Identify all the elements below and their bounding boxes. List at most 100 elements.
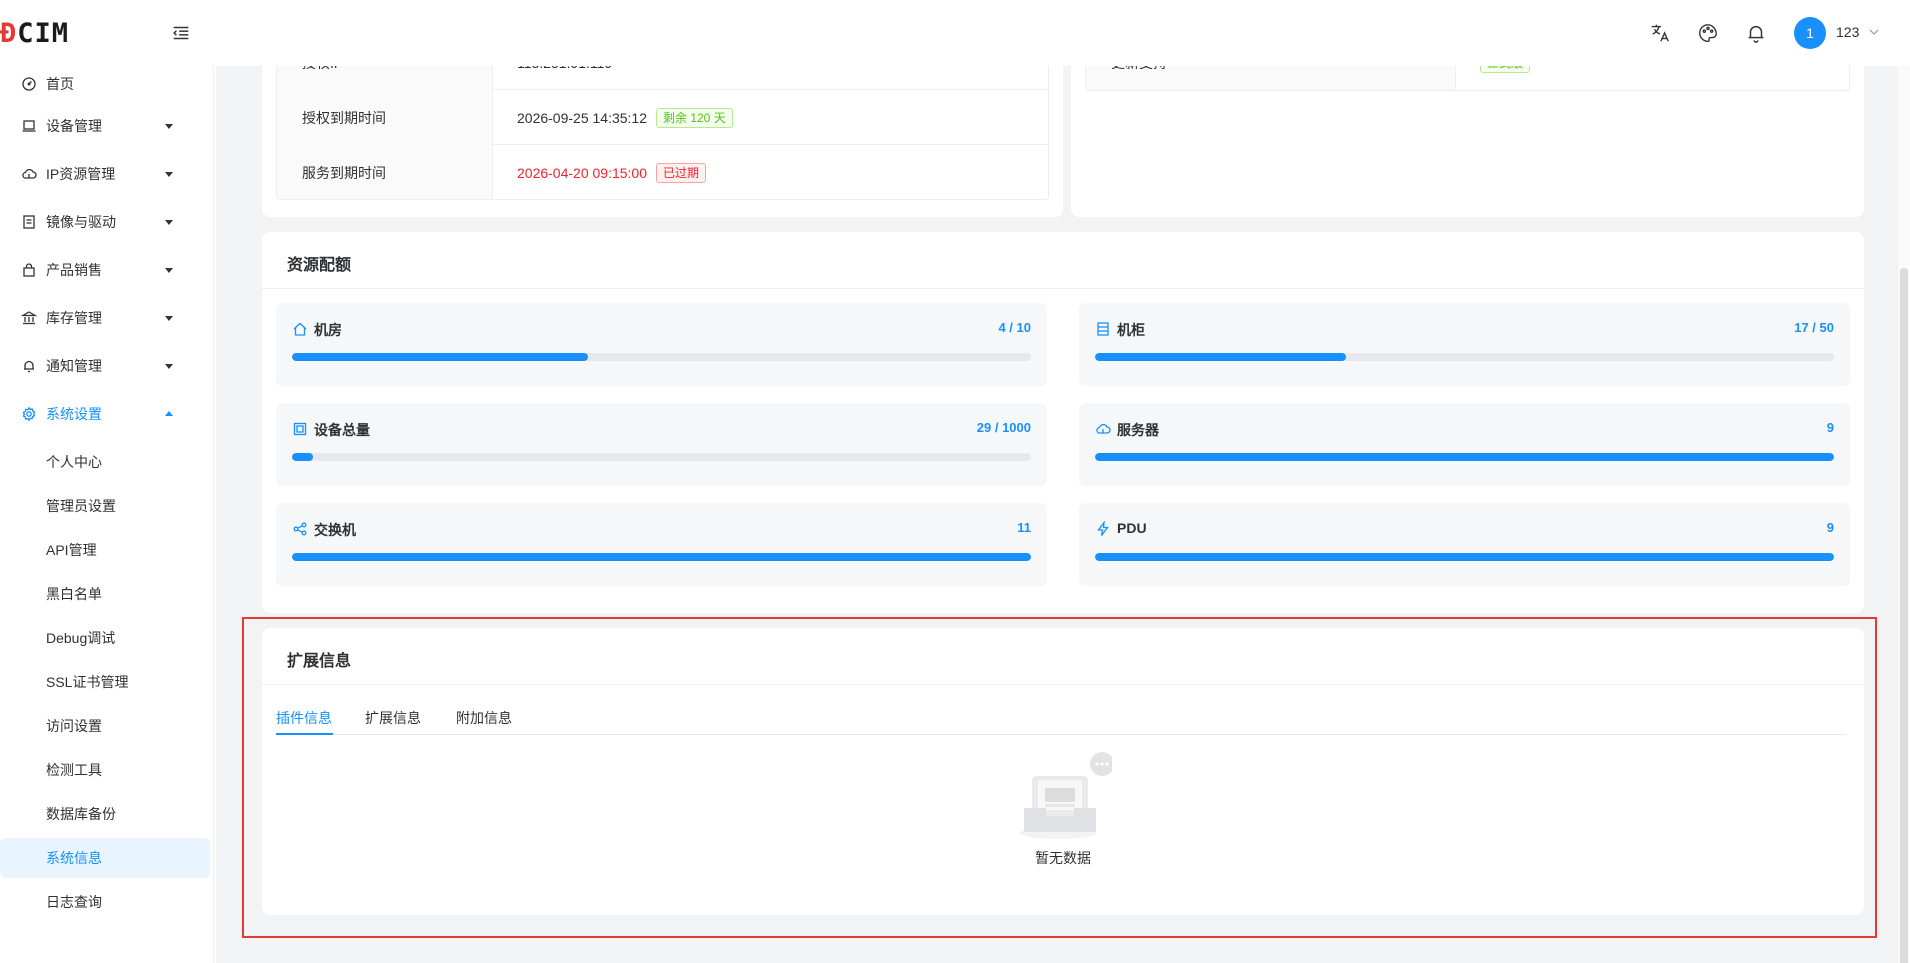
empty-state-text: 暂无数据 [1035, 850, 1091, 866]
sidebar-subitem-detection-tools[interactable]: 检测工具 [0, 750, 210, 790]
sidebar-subitem-label: Debug调试 [46, 630, 116, 646]
sidebar-item-ip-resources[interactable]: IP资源管理 [0, 154, 214, 194]
tab-plugin-info[interactable]: 插件信息 [276, 708, 332, 728]
home-icon [293, 322, 307, 336]
quota-total-devices: 设备总量 29 / 1000 [276, 403, 1047, 486]
license-row-expiry: 授权到期时间 2026-09-25 14:35:12 剩余 120 天 [277, 90, 1048, 145]
sidebar-item-label: 库存管理 [46, 310, 102, 326]
divider [262, 684, 1864, 685]
sidebar: 首页 设备管理 IP资源管理 镜像与驱动 产品销售 库存管理 通知管理 系统设置… [0, 58, 214, 963]
empty-inbox-icon [1020, 752, 1112, 839]
notification-bell-icon[interactable] [1745, 22, 1767, 44]
device-icon [293, 422, 307, 436]
image-file-icon [23, 215, 35, 229]
quota-name: 交换机 [314, 522, 356, 538]
extension-info-card: 扩展信息 插件信息 扩展信息 附加信息 暂无数据 [262, 628, 1864, 915]
cloud-server-icon [1096, 423, 1111, 434]
license-key-service-expiry: 服务到期时间 [277, 145, 493, 199]
resource-quota-card: 资源配额 机房 4 / 10 机柜 17 / 50 设备总量 29 / 1000… [262, 232, 1864, 613]
caret-down-icon [165, 172, 173, 177]
user-avatar[interactable]: 1 [1794, 17, 1826, 49]
quota-progress-fill [292, 553, 1031, 561]
sidebar-item-inventory[interactable]: 库存管理 [0, 298, 214, 338]
app-logo[interactable]: Đ CIM [0, 17, 70, 49]
sidebar-item-notifications[interactable]: 通知管理 [0, 346, 214, 386]
sidebar-item-images-drivers[interactable]: 镜像与驱动 [0, 202, 214, 242]
sidebar-item-label: 设备管理 [46, 118, 102, 134]
bank-icon [21, 311, 37, 325]
quota-value: 17 / 50 [1794, 320, 1834, 335]
license-expiry-value: 2026-09-25 14:35:12 [517, 109, 647, 126]
cloud-icon [22, 168, 37, 179]
sidebar-subitem-allow-deny-list[interactable]: 黑白名单 [0, 574, 210, 614]
share-nodes-icon [293, 522, 307, 536]
quota-value: 4 / 10 [998, 320, 1031, 335]
quota-value: 29 / 1000 [976, 420, 1031, 435]
quota-progress-track [1095, 353, 1834, 361]
tabs-baseline [276, 734, 1846, 735]
license-key-expiry: 授权到期时间 [277, 90, 493, 145]
quota-cabinet: 机柜 17 / 50 [1079, 303, 1850, 386]
sidebar-subitem-access-settings[interactable]: 访问设置 [0, 706, 210, 746]
sidebar-subitem-system-info[interactable]: 系统信息 [0, 838, 210, 878]
quota-progress-fill [292, 353, 588, 361]
sidebar-subitem-profile[interactable]: 个人中心 [0, 442, 210, 482]
divider [262, 288, 1864, 289]
quota-progress-track [1095, 453, 1834, 461]
resource-quota-title: 资源配额 [287, 257, 352, 274]
sidebar-item-system-settings[interactable]: 系统设置 [0, 394, 214, 434]
quota-progress-track [292, 553, 1031, 561]
sidebar-subitem-label: 系统信息 [46, 850, 102, 866]
logo-brand-mark: Đ [0, 17, 18, 49]
sidebar-subitem-log-query[interactable]: 日志查询 [0, 882, 210, 922]
quota-pdu: PDU 9 [1079, 503, 1850, 586]
sidebar-subitem-label: API管理 [46, 542, 97, 558]
translate-icon[interactable] [1649, 22, 1671, 44]
sidebar-subitem-admin-settings[interactable]: 管理员设置 [0, 486, 210, 526]
gear-icon [22, 406, 36, 422]
quota-progress-track [1095, 553, 1834, 561]
shopping-bag-icon [23, 263, 35, 277]
tab-additional-info[interactable]: 附加信息 [456, 708, 512, 728]
quota-progress-fill [1095, 453, 1834, 461]
caret-down-icon [165, 268, 173, 273]
sidebar-subitem-label: 检测工具 [46, 762, 102, 778]
sidebar-subitem-ssl[interactable]: SSL证书管理 [0, 662, 210, 702]
expired-badge: 已过期 [656, 162, 707, 183]
bell-icon [24, 360, 34, 373]
sidebar-item-label: 首页 [46, 76, 74, 92]
sidebar-subitem-label: 管理员设置 [46, 498, 116, 514]
sidebar-item-device-management[interactable]: 设备管理 [0, 106, 214, 146]
sidebar-item-label: IP资源管理 [46, 166, 116, 182]
tab-extension-info[interactable]: 扩展信息 [365, 708, 421, 728]
update-card: 更新支持 正式版 [1071, 58, 1864, 217]
logo-text: CIM [17, 17, 70, 49]
license-value-service-wrap: 2026-04-20 09:15:00 已过期 [517, 145, 707, 199]
service-expiry-value: 2026-04-20 09:15:00 [517, 164, 647, 181]
sidebar-item-home[interactable]: 首页 [0, 64, 214, 104]
cabinet-icon [1097, 322, 1109, 336]
quota-switches: 交换机 11 [276, 503, 1047, 586]
sidebar-subitem-api[interactable]: API管理 [0, 530, 210, 570]
page-scrollbar[interactable] [1898, 58, 1910, 963]
caret-down-icon [165, 364, 173, 369]
remaining-days-badge: 剩余 120 天 [656, 107, 733, 128]
main-content: 授权IP 113.251.91.119 授权到期时间 2026-09-25 14… [216, 58, 1910, 963]
sidebar-subitem-label: SSL证书管理 [46, 674, 129, 690]
sidebar-subitem-debug[interactable]: Debug调试 [0, 618, 210, 658]
menu-collapse-icon[interactable] [170, 22, 192, 44]
theme-palette-icon[interactable] [1697, 22, 1719, 44]
sidebar-subitem-label: 访问设置 [46, 718, 102, 734]
license-value-expiry-wrap: 2026-09-25 14:35:12 剩余 120 天 [517, 90, 733, 145]
extension-info-title: 扩展信息 [287, 653, 352, 670]
username[interactable]: 123 [1836, 24, 1859, 40]
quota-progress-track [292, 353, 1031, 361]
sidebar-item-product-sales[interactable]: 产品销售 [0, 250, 214, 290]
caret-up-icon [165, 411, 173, 416]
scrollbar-thumb[interactable] [1900, 268, 1908, 963]
chevron-down-icon[interactable] [1868, 26, 1880, 38]
top-header: Đ CIM 1 123 [0, 0, 1910, 66]
dashboard-icon [22, 77, 36, 91]
sidebar-subitem-db-backup[interactable]: 数据库备份 [0, 794, 210, 834]
quota-progress-fill [1095, 553, 1834, 561]
